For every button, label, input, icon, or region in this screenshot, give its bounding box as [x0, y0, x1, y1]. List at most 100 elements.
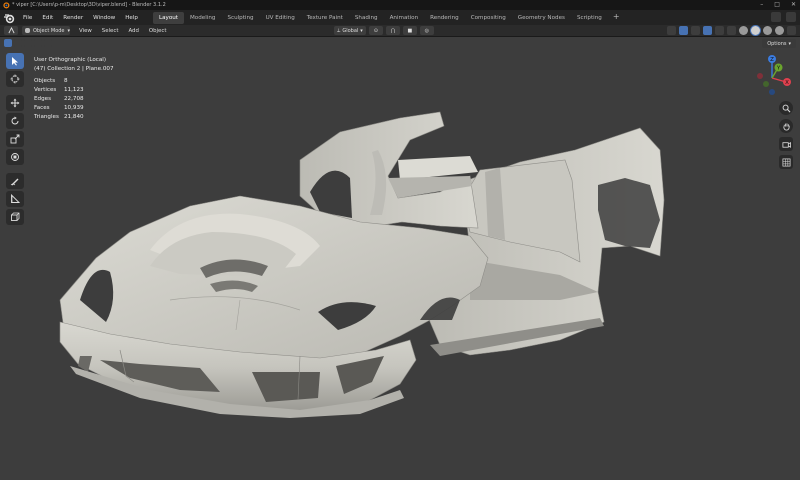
object-mode-icon: [25, 28, 30, 33]
3d-viewport[interactable]: Options ▾ User Orthographic (Local) (47)…: [0, 37, 800, 480]
tab-layout[interactable]: Layout: [152, 11, 184, 24]
navigation-gizmo[interactable]: Z X Y: [748, 52, 796, 100]
menu-edit[interactable]: Edit: [37, 15, 58, 21]
view-name: User Orthographic (Local): [34, 57, 107, 63]
tab-geometry-nodes[interactable]: Geometry Nodes: [512, 12, 571, 24]
tool-move[interactable]: [6, 95, 24, 111]
menu-render[interactable]: Render: [58, 15, 88, 21]
select-box-new-icon[interactable]: [4, 39, 12, 47]
tab-sculpting[interactable]: Sculpting: [221, 12, 259, 24]
snap-toggle-button[interactable]: ⋂: [385, 26, 400, 35]
menu-help[interactable]: Help: [120, 15, 143, 21]
select-box-intersect-icon[interactable]: [44, 39, 52, 47]
orientation-icon: ⟂: [337, 27, 341, 34]
zoom-button[interactable]: [779, 101, 793, 115]
grid-icon: [782, 158, 790, 166]
wireframe-shading-icon[interactable]: [739, 26, 748, 35]
select-box-extend-icon[interactable]: [14, 39, 22, 47]
minimize-button[interactable]: –: [760, 1, 763, 8]
move-icon: [10, 98, 20, 108]
blender-menu-icon[interactable]: [3, 12, 15, 24]
stat-row: Objects 8: [34, 77, 114, 86]
tab-rendering[interactable]: Rendering: [424, 12, 465, 24]
overlay-dropdown-icon[interactable]: [715, 26, 724, 35]
car-model[interactable]: [0, 37, 800, 480]
camera-icon: [781, 141, 791, 148]
select-box-subtract-icon[interactable]: [24, 39, 32, 47]
stat-label: Edges: [34, 96, 51, 102]
tool-annotate[interactable]: [6, 173, 24, 189]
stat-row: Faces 10,939: [34, 104, 114, 113]
tool-shelf: [6, 53, 24, 225]
maximize-button[interactable]: □: [774, 1, 780, 8]
tool-rotate[interactable]: [6, 113, 24, 129]
top-menubar: File Edit Render Window Help Layout Mode…: [0, 10, 800, 25]
tab-scripting[interactable]: Scripting: [571, 12, 608, 24]
menu-select[interactable]: Select: [97, 28, 124, 34]
tab-texture-paint[interactable]: Texture Paint: [301, 12, 349, 24]
zoom-icon: [782, 104, 790, 112]
select-mode-buttons: [4, 39, 52, 47]
close-button[interactable]: ✕: [791, 1, 796, 8]
viewport-stats-overlay: User Orthographic (Local) (47) Collectio…: [34, 56, 114, 122]
options-dropdown[interactable]: Options ▾: [762, 39, 796, 48]
measure-icon: [11, 194, 20, 203]
magnet-icon: ⋂: [390, 27, 395, 34]
tab-shading[interactable]: Shading: [349, 12, 384, 24]
pan-button[interactable]: [779, 119, 793, 133]
view-layer-icon[interactable]: [786, 12, 796, 22]
menu-add[interactable]: Add: [123, 28, 143, 34]
xray-toggle-icon[interactable]: [727, 26, 736, 35]
perspective-toggle-button[interactable]: [779, 155, 793, 169]
stat-row: Edges 22,708: [34, 95, 114, 104]
editor-type-button[interactable]: [4, 26, 18, 35]
tab-modeling[interactable]: Modeling: [184, 12, 221, 24]
gizmo-toggle-icon[interactable]: [679, 26, 688, 35]
tab-animation[interactable]: Animation: [384, 12, 425, 24]
collection-info: (47) Collection 2 | Plane.007: [34, 66, 114, 72]
rendered-shading-icon[interactable]: [775, 26, 784, 35]
menu-window[interactable]: Window: [88, 15, 120, 21]
visibility-icon[interactable]: [667, 26, 676, 35]
add-workspace-button[interactable]: +: [608, 12, 625, 24]
transform-orientation-dropdown[interactable]: ⟂ Global ▾: [334, 26, 366, 35]
menu-object[interactable]: Object: [144, 28, 172, 34]
scene-selector-icon[interactable]: [771, 12, 781, 22]
camera-view-button[interactable]: [779, 137, 793, 151]
tool-select[interactable]: [6, 53, 24, 69]
mode-label: Object Mode: [33, 27, 65, 34]
tool-scale[interactable]: [6, 131, 24, 147]
cursor-select-icon: [12, 57, 18, 66]
select-box-invert-icon[interactable]: [34, 39, 42, 47]
pivot-point-button[interactable]: ⊙: [368, 26, 383, 35]
tool-transform[interactable]: [6, 149, 24, 165]
gizmo-dropdown-icon[interactable]: [691, 26, 700, 35]
chevron-down-icon: ▾: [788, 40, 791, 47]
stat-label: Objects: [34, 78, 56, 84]
tab-uv-editing[interactable]: UV Editing: [260, 12, 301, 24]
tool-cursor[interactable]: [6, 71, 24, 87]
annotate-icon: [10, 178, 19, 186]
stat-row: Triangles 21,840: [34, 113, 114, 122]
shading-dropdown-icon[interactable]: [787, 26, 796, 35]
menu-file[interactable]: File: [18, 15, 37, 21]
window-titlebar: * viper [C:\Users\p-m\Desktop\3D\viper.b…: [0, 0, 800, 10]
stat-label: Triangles: [34, 114, 59, 120]
solid-shading-icon[interactable]: [751, 26, 760, 35]
stat-value: 10,939: [64, 105, 84, 111]
tool-add-cube[interactable]: [6, 209, 24, 225]
menu-view[interactable]: View: [74, 28, 97, 34]
mode-dropdown[interactable]: Object Mode ▾: [22, 26, 70, 35]
chevron-down-icon: ▾: [67, 27, 70, 34]
stat-row: Vertices 11,123: [34, 86, 114, 95]
tool-measure[interactable]: [6, 191, 24, 207]
overlay-toggle-icon[interactable]: [703, 26, 712, 35]
material-preview-icon[interactable]: [763, 26, 772, 35]
proportional-edit-button[interactable]: ◎: [419, 26, 434, 35]
gizmo-y-label: Y: [776, 66, 781, 72]
orientation-label: Global: [342, 27, 359, 34]
tab-compositing[interactable]: Compositing: [465, 12, 512, 24]
scale-icon: [10, 134, 20, 144]
navigation-buttons: [779, 101, 793, 169]
snap-target-button[interactable]: ■: [402, 26, 417, 35]
